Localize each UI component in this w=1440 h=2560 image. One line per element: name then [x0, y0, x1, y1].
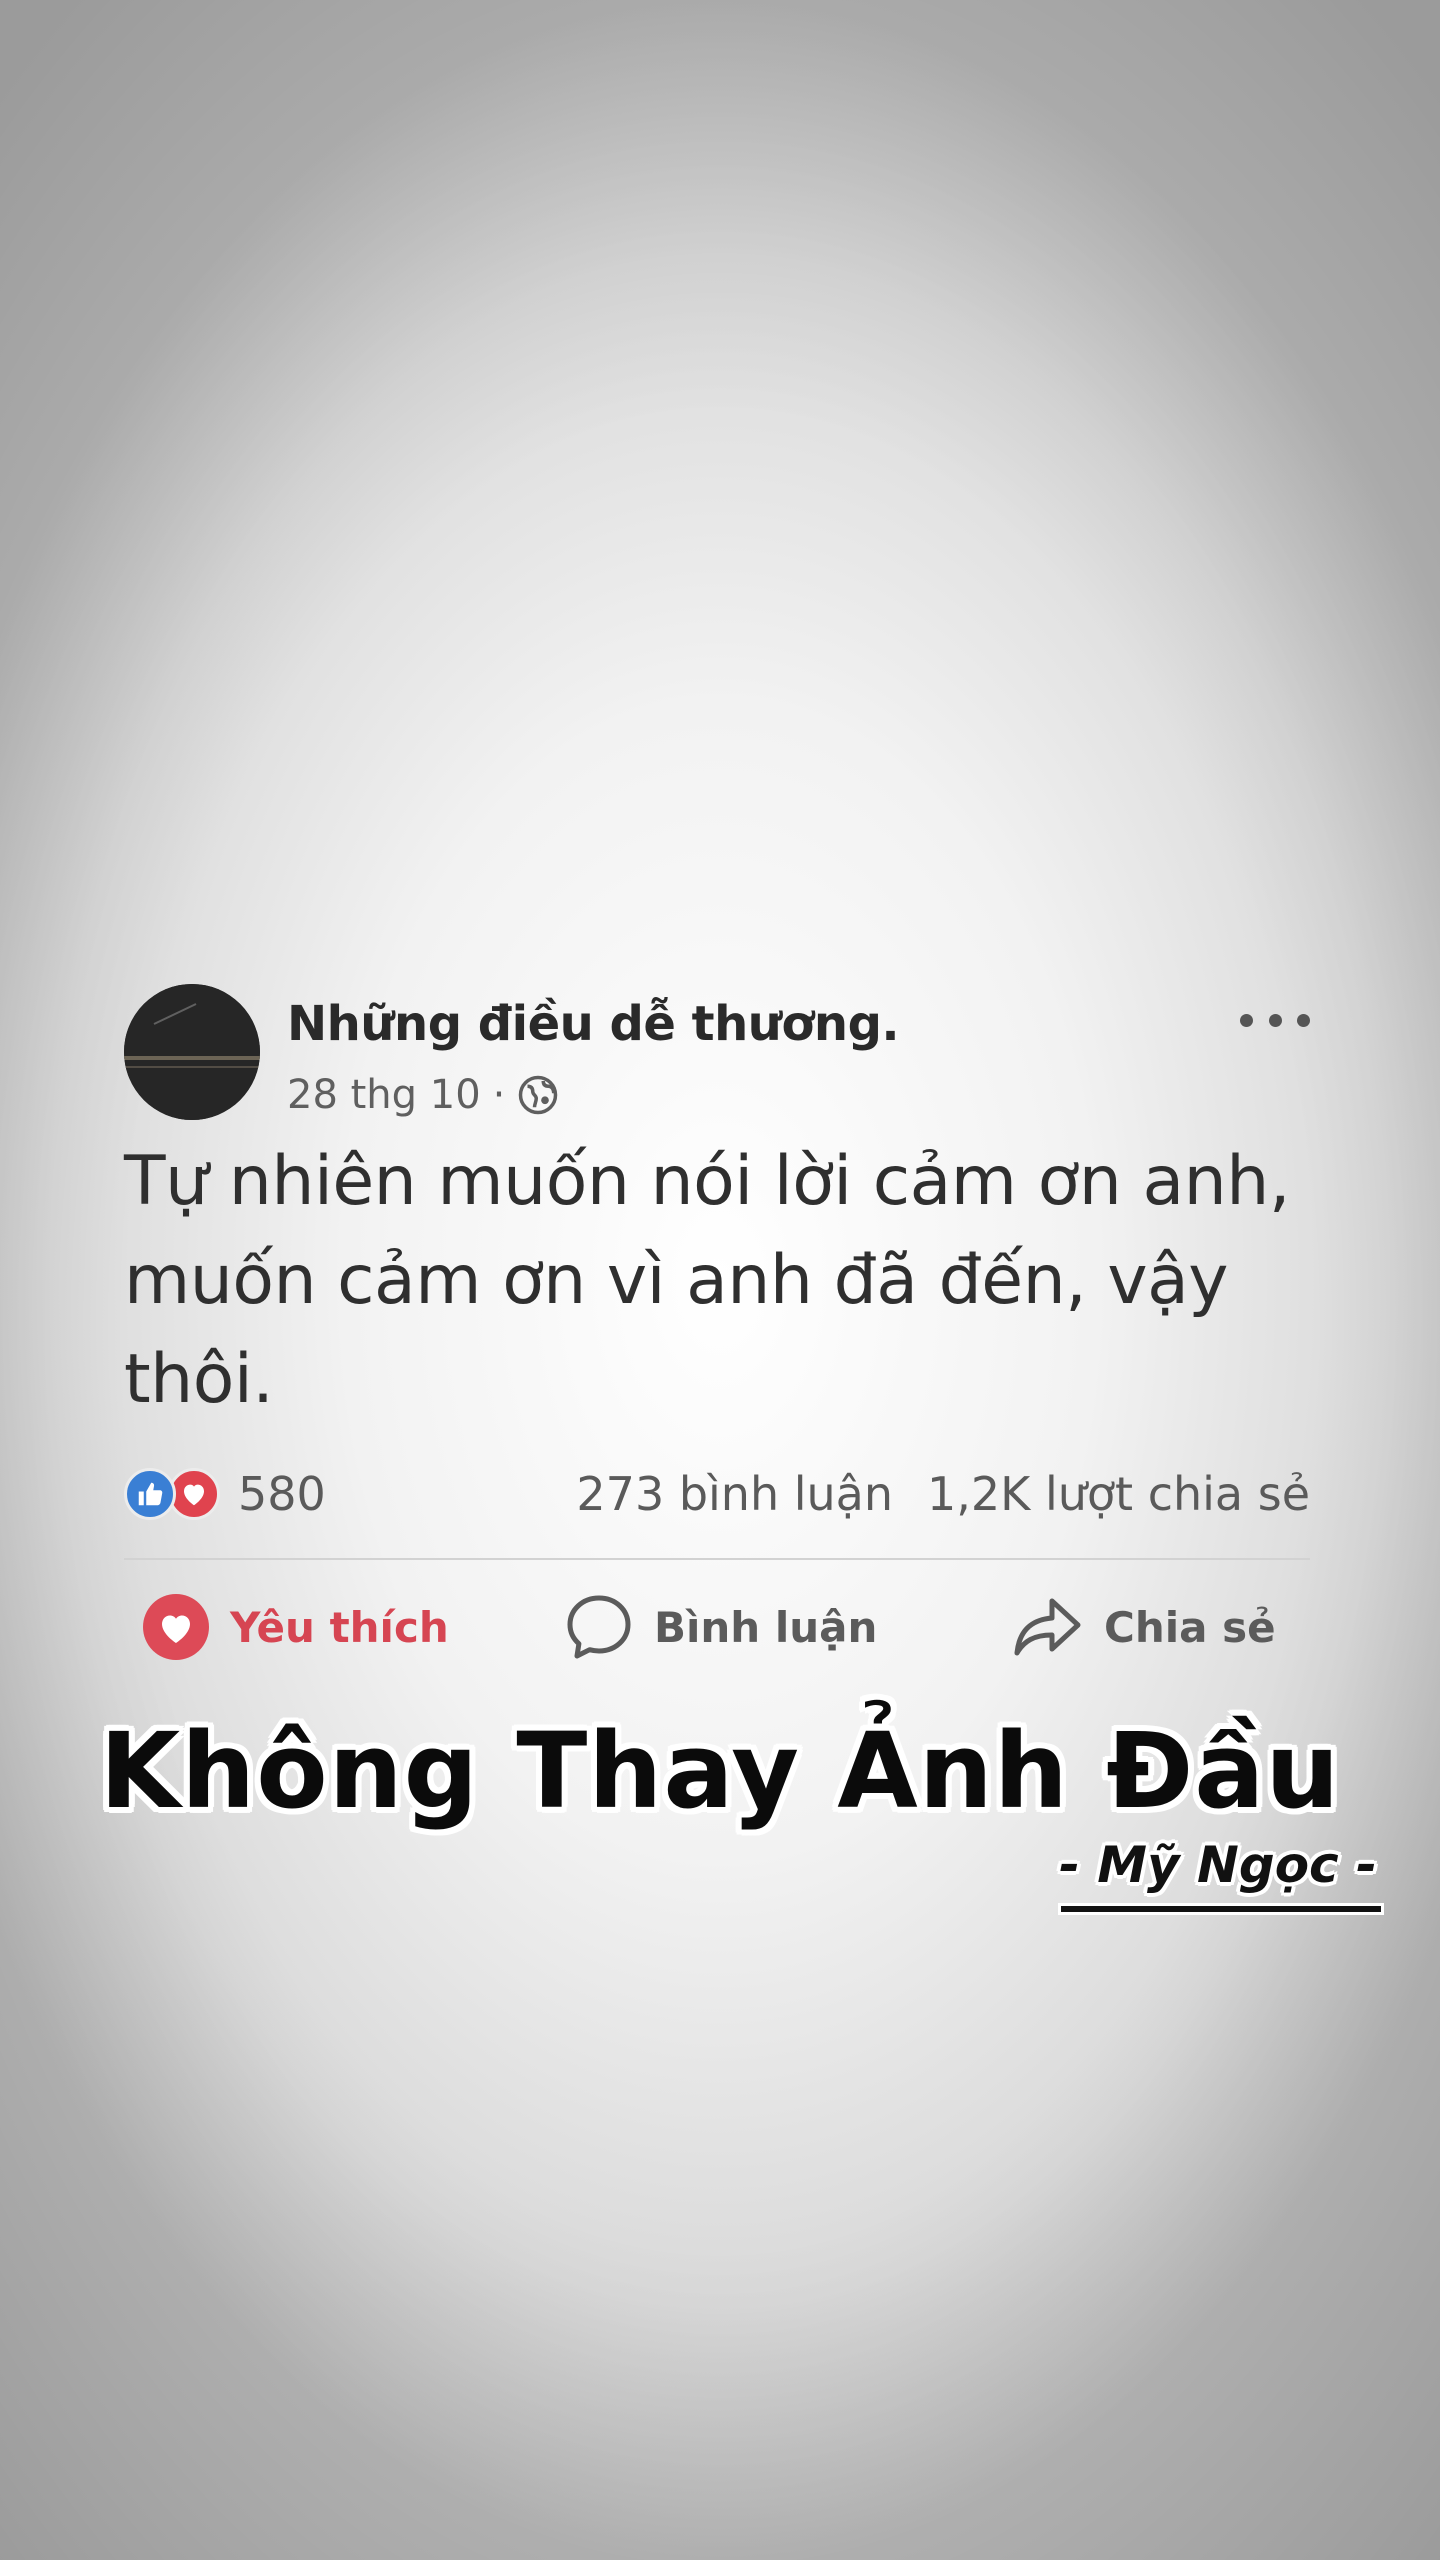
comment-count[interactable]: 273 bình luận: [576, 1467, 893, 1521]
post-text: Tự nhiên muốn nói lời cảm ơn anh, muốn c…: [124, 1142, 1290, 1419]
meta-separator: ·: [492, 1072, 506, 1118]
more-dot: [1268, 1013, 1282, 1027]
more-dot: [1297, 1013, 1310, 1027]
reaction-count: 580: [238, 1467, 326, 1521]
avatar-image: [124, 984, 260, 1120]
share-label: Chia sẻ: [1104, 1602, 1276, 1652]
reactions-summary[interactable]: 580: [124, 1466, 326, 1522]
page-name[interactable]: Những điều dễ thương.: [287, 996, 900, 1052]
like-button[interactable]: Yêu thích: [142, 1592, 449, 1662]
avatar[interactable]: [124, 984, 260, 1120]
more-options-icon[interactable]: [1240, 1000, 1310, 1040]
post-date[interactable]: 28 thg 10: [287, 1072, 481, 1118]
signature-underline: [1058, 1903, 1384, 1915]
globe-icon[interactable]: [517, 1074, 559, 1116]
divider: [124, 1558, 1310, 1560]
share-arrow-icon: [1014, 1598, 1081, 1656]
comment-icon: [567, 1595, 631, 1659]
more-dot: [1240, 1013, 1253, 1027]
post-meta: 28 thg 10 ·: [287, 1070, 559, 1120]
like-icon: [124, 1468, 176, 1520]
heart-icon: [143, 1594, 209, 1660]
share-count[interactable]: 1,2K lượt chia sẻ: [927, 1467, 1310, 1521]
comment-button[interactable]: Bình luận: [564, 1592, 877, 1662]
engagement-stats: 273 bình luận 1,2K lượt chia sẻ: [576, 1466, 1310, 1522]
overlay-headline: Không Thay Ảnh Đầu: [99, 1710, 1341, 1832]
overlay-signature: - Mỹ Ngọc -: [1059, 1836, 1377, 1894]
share-button[interactable]: Chia sẻ: [1012, 1592, 1276, 1662]
comment-label: Bình luận: [654, 1602, 878, 1652]
like-label: Yêu thích: [230, 1602, 449, 1652]
